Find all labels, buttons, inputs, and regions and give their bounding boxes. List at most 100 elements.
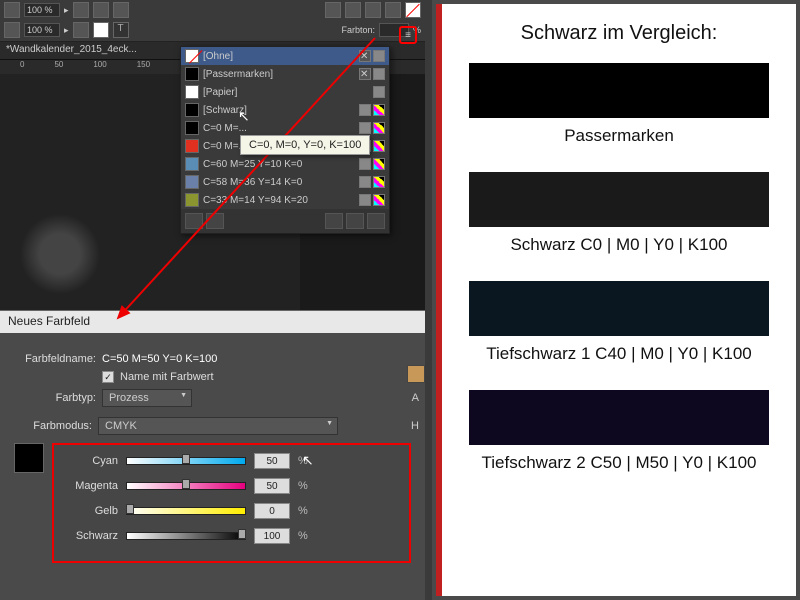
tool-icon[interactable] [4,22,20,38]
swatch-name: [Schwarz] [203,105,355,116]
slider-thumb[interactable] [182,479,190,489]
comparison-label: Schwarz C0 | M0 | Y0 | K100 [464,235,774,255]
swatch-chip [185,103,199,117]
slider-thumb[interactable] [126,504,134,514]
cmyk-icon [373,194,385,206]
slider-track[interactable] [126,532,246,540]
cmyk-icon [373,140,385,152]
slider-thumb[interactable] [182,454,190,464]
swatch-view-icon[interactable] [206,213,224,229]
comparison-label: Tiefschwarz 1 C40 | M0 | Y0 | K100 [464,344,774,364]
delete-icon[interactable]: ✕ [359,50,371,62]
shape-icon[interactable] [325,2,341,18]
swatch-name: [Papier] [203,87,369,98]
dialog-ok-button[interactable] [407,365,425,383]
slider-track[interactable] [126,457,246,465]
swatch-tooltip: C=0, M=0, Y=0, K=100 [240,135,370,155]
shape-icon[interactable] [385,2,401,18]
comparison-swatch [469,390,769,445]
swatch-chip [185,67,199,81]
farbtyp-dropdown[interactable]: Prozess [102,389,192,407]
swatch-name-value: C=50 M=50 Y=0 K=100 [102,353,217,365]
name-with-value-checkbox[interactable]: ✓ [102,371,114,383]
fill-stroke-icon[interactable] [93,22,109,38]
cmyk-slider-row: Cyan % [60,453,403,469]
comparison-title: Schwarz im Vergleich: [464,22,774,45]
swatch-chip [185,49,199,63]
swatch-name: C=0 M=... [203,123,355,134]
swatch-chip [185,85,199,99]
shape-icon[interactable] [365,2,381,18]
delete-icon[interactable]: ✕ [359,68,371,80]
dialog-title: Neues Farbfeld [0,311,425,333]
cursor-icon: ↖ [302,452,314,469]
new-swatch-dialog: Neues Farbfeld Farbfeldname: C=50 M=50 Y… [0,310,425,600]
swatch-row[interactable]: [Schwarz] [181,101,389,119]
panel-menu-button[interactable]: ≡ [399,26,417,44]
swatch-chip [185,175,199,189]
comparison-swatch [469,281,769,336]
slider-value-input[interactable] [254,503,290,519]
slider-value-input[interactable] [254,453,290,469]
swatch-chip [185,121,199,135]
swatch-row[interactable]: C=58 M=36 Y=14 K=0 [181,173,389,191]
swatch-view-icon[interactable] [185,213,203,229]
farbmodus-dropdown[interactable]: CMYK [98,417,338,435]
type-icon[interactable]: T [113,22,129,38]
slider-label: Gelb [60,505,118,517]
cmyk-slider-row: Schwarz % [60,528,403,544]
cmyk-slider-row: Magenta % [60,478,403,494]
slider-track[interactable] [126,507,246,515]
dialog-button-h[interactable]: H [411,420,419,432]
swatch-row[interactable]: [Passermarken]✕ [181,65,389,83]
color-preview [14,443,44,473]
cmyk-icon [373,158,385,170]
color-mode-icon [359,194,371,206]
swatch-row[interactable]: [Ohne] ✕ [181,47,389,65]
zoom-input[interactable] [24,3,60,17]
comparison-pane: Schwarz im Vergleich: PassermarkenSchwar… [432,0,800,600]
swatch-name: C=33 M=14 Y=94 K=20 [203,195,355,206]
swatch-name: C=58 M=36 Y=14 K=0 [203,177,355,188]
farbton-label: Farbton: [341,25,375,35]
opacity-input[interactable] [24,23,60,37]
swatches-panel-footer [181,209,389,233]
cmyk-sliders-group: Cyan % Magenta % Gelb % Schwarz % [52,443,411,563]
shape-icon[interactable] [345,2,361,18]
swatch-row[interactable]: [Papier] [181,83,389,101]
dialog-button-a[interactable]: A [412,392,419,404]
options-toolbar: ▸ ▸ T Farbton: % ≡ [0,0,425,42]
slider-value-input[interactable] [254,528,290,544]
tool-icon[interactable] [73,22,89,38]
swatch-name-label: Farbfeldname: [14,353,96,365]
tool-icon[interactable] [73,2,89,18]
color-mode-icon [359,104,371,116]
color-mode-icon [359,122,371,134]
cmyk-icon [373,104,385,116]
slider-track[interactable] [126,482,246,490]
swatch-row[interactable]: C=60 M=25 Y=10 K=0 [181,155,389,173]
new-group-icon[interactable] [325,213,343,229]
cmyk-slider-row: Gelb % [60,503,403,519]
tool-icon[interactable] [113,2,129,18]
swatch-name: [Ohne] [203,51,355,62]
swatch-chip [185,157,199,171]
delete-swatch-icon[interactable] [367,213,385,229]
slider-value-input[interactable] [254,478,290,494]
farbtyp-label: Farbtyp: [14,392,96,404]
color-mode-icon [373,50,385,62]
new-swatch-icon[interactable] [346,213,364,229]
comparison-label: Tiefschwarz 2 C50 | M50 | Y0 | K100 [464,453,774,473]
slider-label: Magenta [60,480,118,492]
color-mode-icon [359,176,371,188]
cmyk-icon [373,176,385,188]
tool-icon[interactable] [4,2,20,18]
slider-thumb[interactable] [238,529,246,539]
color-mode-icon [359,158,371,170]
color-mode-icon [373,68,385,80]
swatch-row[interactable]: C=33 M=14 Y=94 K=20 [181,191,389,209]
farbmodus-label: Farbmodus: [14,420,92,432]
tool-icon[interactable] [93,2,109,18]
slider-label: Cyan [60,455,118,467]
none-swatch-icon[interactable] [405,2,421,18]
